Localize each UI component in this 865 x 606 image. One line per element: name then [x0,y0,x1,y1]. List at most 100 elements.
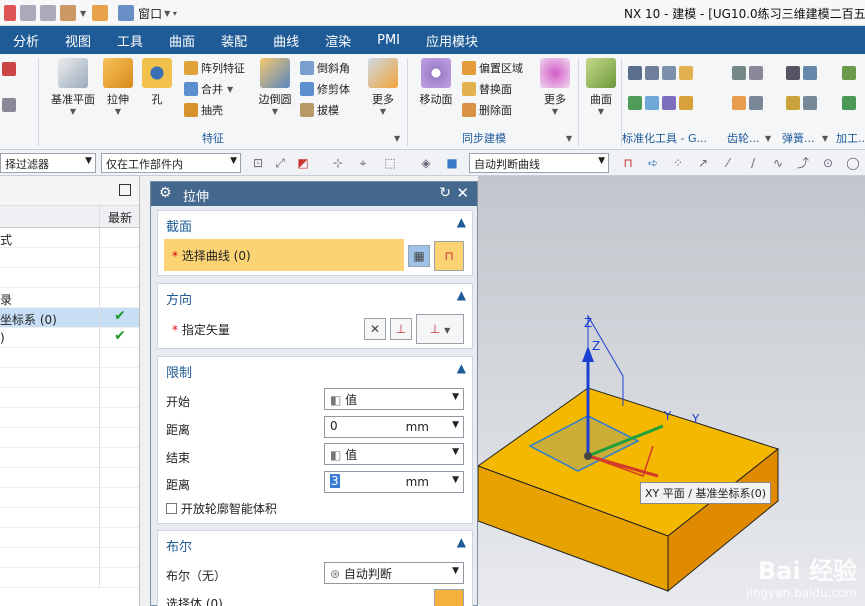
undo-icon[interactable] [4,5,16,21]
nav-row[interactable] [0,408,139,428]
filter-icon-2[interactable]: ⤢ [272,155,288,171]
nav-row[interactable] [0,468,139,488]
edge-blend-button[interactable]: 边倒圆 ▼ [256,58,294,116]
section-header[interactable]: 截面 ▲ [158,211,472,235]
menu-curve[interactable]: 曲线 [260,31,312,50]
filter-icon-1[interactable]: ⊡ [250,155,266,171]
vector-dialog-icon[interactable]: ⊥ [390,318,412,340]
line-icon[interactable] [2,98,19,112]
nav-row[interactable] [0,268,139,288]
select-curve-field[interactable]: * 选择曲线 (0) [164,239,404,271]
more-features-button[interactable]: 更多 ▼ [364,58,402,116]
copy-icon[interactable] [20,5,36,21]
more-sync-button[interactable]: 更多 ▼ [538,58,572,116]
surface-button[interactable]: 曲面 ▼ [584,58,618,116]
boolean-header[interactable]: 布尔 ▲ [158,531,472,555]
snap-icon-4[interactable]: ↗ [695,155,711,171]
snap-icon-10[interactable]: ◯ [845,155,861,171]
filter-icon-4[interactable]: ⌖ [355,155,371,171]
paste-icon[interactable] [40,5,56,21]
command-finder-icon[interactable] [60,5,76,21]
nav-row[interactable] [0,428,139,448]
start-distance-input[interactable]: 0 mm ▼ [324,416,464,438]
snap-point-icon[interactable]: ◩ [295,155,311,171]
end-distance-input[interactable]: 3 mm ▼ [324,471,464,493]
menu-surface[interactable]: 曲面 [156,31,208,50]
standard-tools-row2[interactable] [628,96,696,110]
selection-filter-combo[interactable]: 择过滤器 ▼ [0,153,96,173]
menu-assembly[interactable]: 装配 [208,31,260,50]
close-icon[interactable]: ✕ [456,184,469,202]
maximize-icon[interactable] [119,184,131,196]
graphics-window[interactable]: Z Z Y Y XY 平面 / 基准坐标系(0) Bai 经验 jingyan.… [478,176,865,606]
nav-row[interactable] [0,368,139,388]
replace-face-button[interactable]: 替换面 [462,81,512,97]
unite-button[interactable]: 合并 ▼ [184,81,233,97]
vector-type-dropdown[interactable]: ⊥ ▼ [416,314,464,344]
window-menu[interactable]: 窗口 [138,5,162,22]
open-profile-checkbox[interactable]: 开放轮廓智能体积 [166,500,277,517]
gear-tools-row2[interactable] [732,96,766,110]
end-type-select[interactable]: ◧ 值 ▼ [324,443,464,465]
selection-scope-combo[interactable]: 仅在工作部件内 ▼ [101,153,241,173]
filter-icon-5[interactable]: ◈ [418,155,434,171]
machining-tools-row1[interactable] [842,66,859,80]
edit-icon[interactable] [92,5,109,21]
nav-row[interactable] [0,448,139,468]
machining-tools-row2[interactable] [842,96,859,110]
menu-view[interactable]: 视图 [52,31,104,50]
body-select-icon[interactable]: ■ [444,155,460,171]
snap-icon-9[interactable]: ⊙ [820,155,836,171]
move-face-button[interactable]: 移动面 [416,58,456,107]
extrude-button[interactable]: 拉伸 ▼ [100,58,136,116]
group-sync-dropdown-icon[interactable]: ▼ [566,134,572,143]
delete-face-button[interactable]: 删除面 [462,102,512,118]
curve-select-icon[interactable]: ⊓ [434,241,464,271]
shell-button[interactable]: 抽壳 [184,102,223,118]
draft-button[interactable]: 拔模 [300,102,339,118]
sketch-icon[interactable] [2,62,19,76]
nav-row[interactable] [0,388,139,408]
menu-analysis[interactable]: 分析 [0,31,52,50]
sketch-section-icon[interactable]: ▦ [408,245,430,267]
menu-applications[interactable]: 应用模块 [413,31,491,50]
snap-icon-1[interactable]: ⊓ [620,155,636,171]
select-body-icon[interactable] [434,589,464,606]
menu-render[interactable]: 渲染 [312,31,364,50]
direction-header[interactable]: 方向 ▲ [158,284,472,308]
nav-row-datum-csys[interactable]: 坐标系 (0) ✔ [0,308,139,328]
offset-region-button[interactable]: 偏置区域 [462,60,523,76]
limits-header[interactable]: 限制 ▲ [158,357,472,381]
nav-row[interactable]: 录 [0,288,139,308]
array-feature-button[interactable]: 阵列特征 [184,60,245,76]
curve-rule-combo[interactable]: 自动判断曲线 ▼ [469,153,609,173]
trim-body-button[interactable]: 修剪体 [300,81,350,97]
nav-row[interactable]: ) ✔ [0,328,139,348]
snap-icon-3[interactable]: ⁘ [670,155,686,171]
nav-row[interactable] [0,508,139,528]
reverse-direction-icon[interactable]: ✕ [364,318,386,340]
spring-tools-row1[interactable] [786,66,820,80]
menu-pmi[interactable]: PMI [364,33,413,48]
group-spring-dropdown-icon[interactable]: ▼ [822,134,828,143]
window-dropdown-icon[interactable]: ▼ ▾ [164,9,177,18]
dropdown-arrow-icon[interactable]: ▼ [80,9,86,18]
group-gear-dropdown-icon[interactable]: ▼ [765,134,771,143]
group-feature-dropdown-icon[interactable]: ▼ [394,134,400,143]
nav-row[interactable] [0,548,139,568]
nav-row[interactable] [0,248,139,268]
snap-icon-8[interactable]: ⤴ [795,155,811,171]
reset-icon[interactable]: ↻ [439,185,451,201]
nav-row[interactable]: 式 [0,228,139,248]
hole-button[interactable]: 孔 [140,58,174,107]
menu-tools[interactable]: 工具 [104,31,156,50]
filter-icon-3[interactable]: ⊹ [330,155,346,171]
snap-icon-6[interactable]: ∕ [745,155,761,171]
snap-icon-5[interactable]: ⁄ [720,155,736,171]
nav-row[interactable] [0,528,139,548]
box-select-icon[interactable]: ⬚ [382,155,398,171]
standard-tools-row1[interactable] [628,66,696,80]
snap-icon-7[interactable]: ∿ [770,155,786,171]
start-type-select[interactable]: ◧ 值 ▼ [324,388,464,410]
nav-row[interactable] [0,568,139,588]
